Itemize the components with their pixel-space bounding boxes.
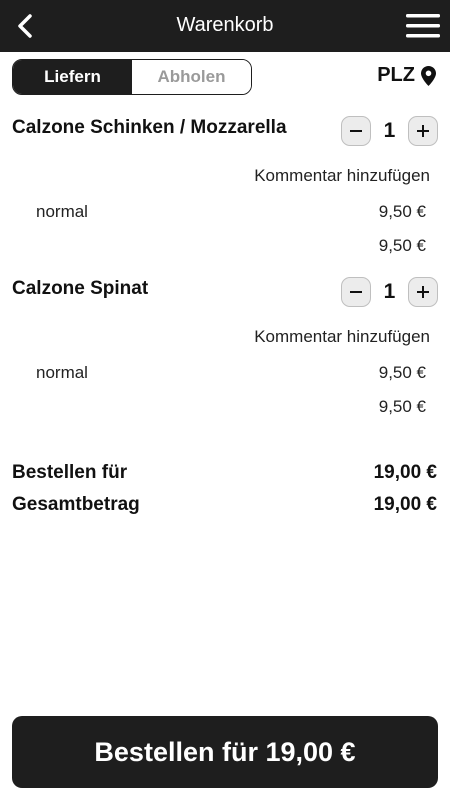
page-title: Warenkorb xyxy=(176,14,274,36)
item-total-price: 9,50 € xyxy=(378,236,426,255)
order-for-value: 19,00 € xyxy=(373,462,437,483)
plz-selector[interactable]: PLZ xyxy=(377,64,436,87)
total-value: 19,00 € xyxy=(373,494,437,515)
place-order-button[interactable]: Bestellen für 19,00 € xyxy=(12,716,438,788)
cart-item-name: Calzone Schinken / Mozzarella xyxy=(12,117,287,138)
menu-button[interactable] xyxy=(406,12,440,40)
plz-label: PLZ xyxy=(377,64,415,86)
hamburger-menu-icon xyxy=(406,14,440,38)
decrease-quantity-button[interactable] xyxy=(341,116,371,146)
minus-icon xyxy=(350,130,362,132)
quantity-stepper: 1 xyxy=(341,277,438,307)
decrease-quantity-button[interactable] xyxy=(341,277,371,307)
item-total-price: 9,50 € xyxy=(378,397,426,416)
add-comment-link[interactable]: Kommentar hinzufügen xyxy=(254,166,430,186)
delivery-mode-toggle: Liefern Abholen xyxy=(12,59,252,95)
plus-icon xyxy=(417,286,429,298)
increase-quantity-button[interactable] xyxy=(408,116,438,146)
item-option-label: normal xyxy=(36,202,88,221)
minus-icon xyxy=(350,291,362,293)
item-option-label: normal xyxy=(36,363,88,382)
map-pin-icon xyxy=(421,65,436,86)
item-option-price: 9,50 € xyxy=(378,202,426,221)
total-label: Gesamtbetrag xyxy=(12,494,140,515)
increase-quantity-button[interactable] xyxy=(408,277,438,307)
top-bar: Warenkorb xyxy=(0,0,450,52)
toggle-abholen[interactable]: Abholen xyxy=(132,60,251,94)
quantity-stepper: 1 xyxy=(341,116,438,146)
order-for-label: Bestellen für xyxy=(12,462,128,483)
quantity-value: 1 xyxy=(383,119,396,142)
toggle-liefern[interactable]: Liefern xyxy=(13,60,132,94)
add-comment-link[interactable]: Kommentar hinzufügen xyxy=(254,327,430,347)
quantity-value: 1 xyxy=(383,280,396,303)
plus-icon xyxy=(417,125,429,137)
item-option-price: 9,50 € xyxy=(378,363,426,382)
cart-item-name: Calzone Spinat xyxy=(12,278,149,299)
